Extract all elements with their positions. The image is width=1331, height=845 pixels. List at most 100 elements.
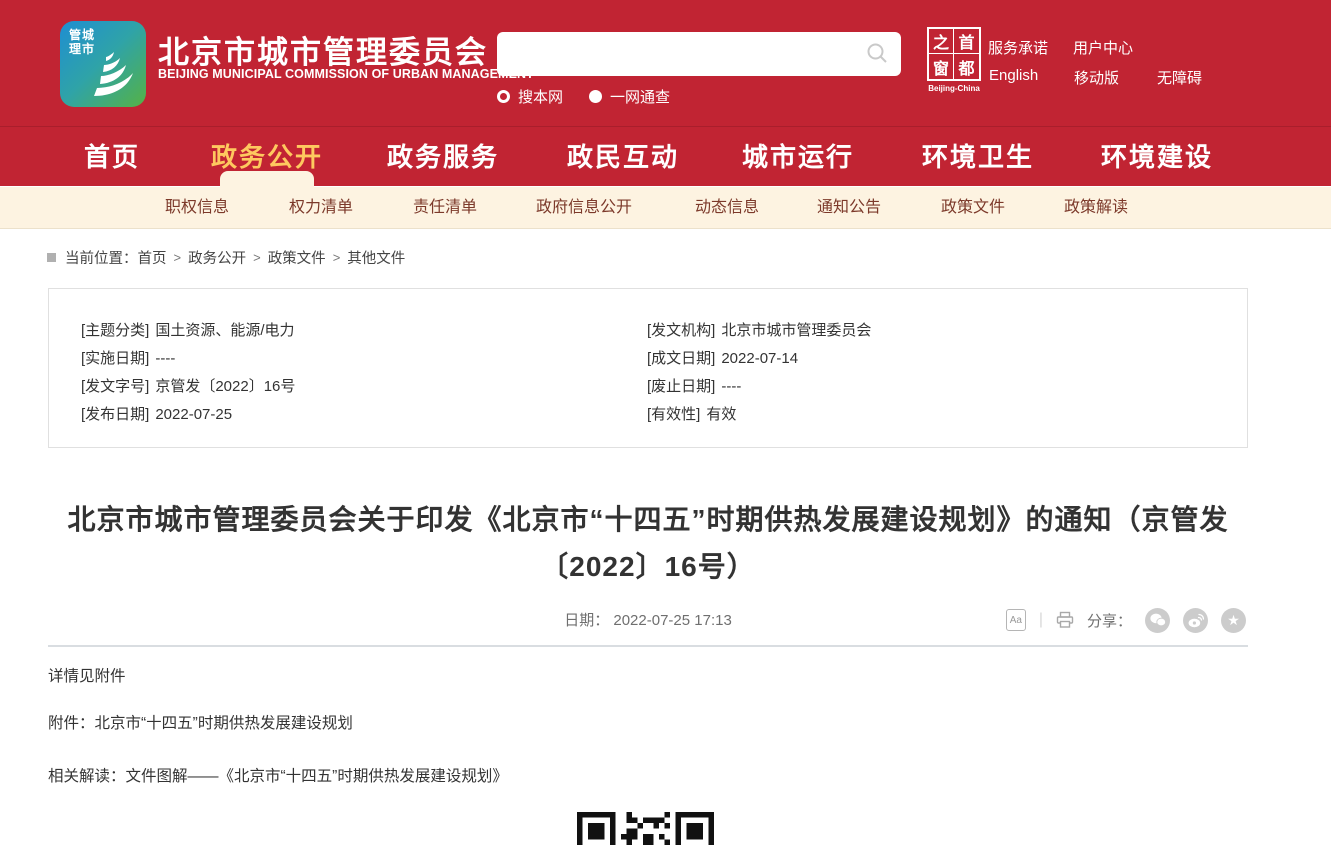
- print-button[interactable]: [1056, 611, 1074, 629]
- meta-label: [有效性]: [647, 406, 700, 423]
- nav-item-gov-open[interactable]: 政务公开: [211, 127, 323, 187]
- capital-window-logo[interactable]: 之 首 窗 都: [927, 27, 981, 81]
- breadcrumb-separator: >: [333, 250, 341, 265]
- sub-nav: 职权信息 权力清单 责任清单 政府信息公开 动态信息 通知公告 政策文件 政策解…: [0, 187, 1331, 229]
- printer-icon: [1056, 611, 1074, 629]
- search-scope-site[interactable]: 搜本网: [497, 86, 563, 107]
- breadcrumb-other-files[interactable]: 其他文件: [347, 247, 405, 268]
- breadcrumb-square-icon: [47, 253, 56, 262]
- search-scope-network[interactable]: 一网通查: [589, 86, 670, 107]
- meta-label: [发布日期]: [81, 406, 149, 423]
- share-wechat-button[interactable]: [1145, 608, 1170, 633]
- search-button[interactable]: [865, 42, 889, 66]
- attachment-line: 附件：北京市“十四五”时期供热发展建设规划: [48, 711, 353, 733]
- meta-label: [实施日期]: [81, 350, 149, 367]
- tool-divider: |: [1039, 611, 1043, 629]
- logo-tower-icon: [82, 43, 142, 103]
- site-subtitle: BEIJING MUNICIPAL COMMISSION OF URBAN MA…: [158, 67, 534, 81]
- meta-label: [发文字号]: [81, 378, 149, 395]
- meta-publish-date: [发布日期] 2022-07-25: [81, 403, 232, 423]
- meta-value: ----: [721, 378, 741, 395]
- link-accessibility[interactable]: 无障碍: [1157, 67, 1202, 88]
- subnav-policy-files[interactable]: 政策文件: [941, 187, 1005, 229]
- link-mobile[interactable]: 移动版: [1074, 67, 1119, 88]
- nav-item-env-construction[interactable]: 环境建设: [1101, 127, 1213, 187]
- meta-topic-category: [主题分类] 国土资源、能源/电力: [81, 319, 295, 339]
- date-share-row: 日期： 2022-07-25 17:13 Aa | 分享：: [48, 606, 1248, 634]
- page: 管城 理市 北京市城市管理委员会 BEIJING MUNICIPAL COMMI…: [0, 0, 1331, 845]
- nav-item-gov-service[interactable]: 政务服务: [387, 127, 499, 187]
- nav-item-interaction[interactable]: 政民互动: [567, 127, 679, 187]
- site-logo[interactable]: 管城 理市: [60, 21, 146, 107]
- meta-label: [发文机构]: [647, 322, 715, 339]
- search-icon: [866, 42, 888, 64]
- meta-value: 2022-07-25: [155, 406, 232, 423]
- subnav-dynamic-info[interactable]: 动态信息: [695, 187, 759, 229]
- nav-item-city-ops[interactable]: 城市运行: [742, 127, 854, 187]
- page-title-line2: 〔2022〕16号）: [48, 543, 1248, 590]
- breadcrumb-separator: >: [174, 250, 182, 265]
- meta-value: ----: [155, 350, 175, 367]
- related-interpretation-line: 相关解读：文件图解——《北京市“十四五”时期供热发展建设规划》: [48, 764, 508, 786]
- site-header: 管城 理市 北京市城市管理委员会 BEIJING MUNICIPAL COMMI…: [0, 0, 1331, 126]
- meta-validity: [有效性] 有效: [647, 403, 736, 423]
- breadcrumb: 当前位置： 首页 > 政务公开 > 政策文件 > 其他文件: [47, 247, 405, 267]
- main-nav: 首页 政务公开 政务服务 政民互动 城市运行 环境卫生 环境建设: [0, 126, 1331, 186]
- title-divider: [48, 645, 1248, 647]
- nav-item-env-sanitation[interactable]: 环境卫生: [922, 127, 1034, 187]
- breadcrumb-separator: >: [253, 250, 261, 265]
- site-title: 北京市城市管理委员会: [158, 27, 488, 72]
- attachment-link[interactable]: 附件：北京市“十四五”时期供热发展建设规划: [48, 715, 353, 732]
- search-scope-network-label: 一网通查: [610, 86, 670, 107]
- meta-repeal-date: [废止日期] ----: [647, 375, 741, 395]
- meta-value: 2022-07-14: [721, 350, 798, 367]
- font-size-button[interactable]: Aa: [1006, 609, 1026, 631]
- document-meta-box: [主题分类] 国土资源、能源/电力 [实施日期] ---- [发文字号] 京管发〔20…: [48, 288, 1248, 448]
- search-box: [497, 32, 901, 76]
- share-weibo-button[interactable]: [1183, 608, 1208, 633]
- subnav-notices[interactable]: 通知公告: [817, 187, 881, 229]
- seal-caption: Beijing-China: [918, 84, 990, 93]
- subnav-power-list[interactable]: 权力清单: [289, 187, 353, 229]
- meta-value: 国土资源、能源/电力: [155, 322, 294, 339]
- star-icon: ★: [1227, 613, 1240, 627]
- subnav-policy-interpret[interactable]: 政策解读: [1064, 187, 1128, 229]
- page-title-line1: 北京市城市管理委员会关于印发《北京市“十四五”时期供热发展建设规划》的通知（京管…: [48, 496, 1248, 543]
- meta-label: [主题分类]: [81, 322, 149, 339]
- meta-value: 京管发〔2022〕16号: [155, 378, 295, 395]
- breadcrumb-home[interactable]: 首页: [138, 247, 167, 268]
- breadcrumb-policy-files[interactable]: 政策文件: [268, 247, 326, 268]
- meta-written-date: [成文日期] 2022-07-14: [647, 347, 798, 367]
- share-label: 分享：: [1087, 610, 1132, 631]
- weibo-icon: [1188, 613, 1204, 628]
- breadcrumb-label: 当前位置：: [65, 247, 138, 268]
- subnav-authority-info[interactable]: 职权信息: [165, 187, 229, 229]
- wechat-icon: [1150, 613, 1166, 627]
- seal-char: 都: [954, 54, 979, 79]
- seal-char: 之: [929, 29, 954, 54]
- breadcrumb-gov-open[interactable]: 政务公开: [188, 247, 246, 268]
- link-user-center[interactable]: 用户中心: [1073, 37, 1133, 58]
- meta-value: 北京市城市管理委员会: [721, 322, 871, 339]
- subnav-duty-list[interactable]: 责任清单: [413, 187, 477, 229]
- date-value: 2022-07-25 17:13: [613, 612, 731, 629]
- meta-label: [成文日期]: [647, 350, 715, 367]
- link-service-promise[interactable]: 服务承诺: [988, 37, 1048, 58]
- radio-unselected-icon: [589, 90, 602, 103]
- seal-char: 窗: [929, 54, 954, 79]
- radio-selected-icon: [497, 90, 510, 103]
- search-input[interactable]: [511, 36, 851, 72]
- nav-item-home[interactable]: 首页: [84, 127, 140, 187]
- page-title: 北京市城市管理委员会关于印发《北京市“十四五”时期供热发展建设规划》的通知（京管…: [48, 496, 1248, 590]
- meta-issuing-agency: [发文机构] 北京市城市管理委员会: [647, 319, 871, 339]
- share-qzone-button[interactable]: ★: [1221, 608, 1246, 633]
- related-interpretation-link[interactable]: 相关解读：文件图解——《北京市“十四五”时期供热发展建设规划》: [48, 768, 508, 785]
- qr-code: [577, 812, 714, 845]
- meta-label: [废止日期]: [647, 378, 715, 395]
- search-scope-group: 搜本网 一网通查: [497, 87, 670, 105]
- link-english[interactable]: English: [989, 67, 1038, 84]
- search-scope-site-label: 搜本网: [518, 86, 563, 107]
- publish-datetime: 日期： 2022-07-25 17:13: [564, 609, 732, 630]
- subnav-gov-info-open[interactable]: 政府信息公开: [536, 187, 632, 229]
- meta-value: 有效: [706, 406, 736, 423]
